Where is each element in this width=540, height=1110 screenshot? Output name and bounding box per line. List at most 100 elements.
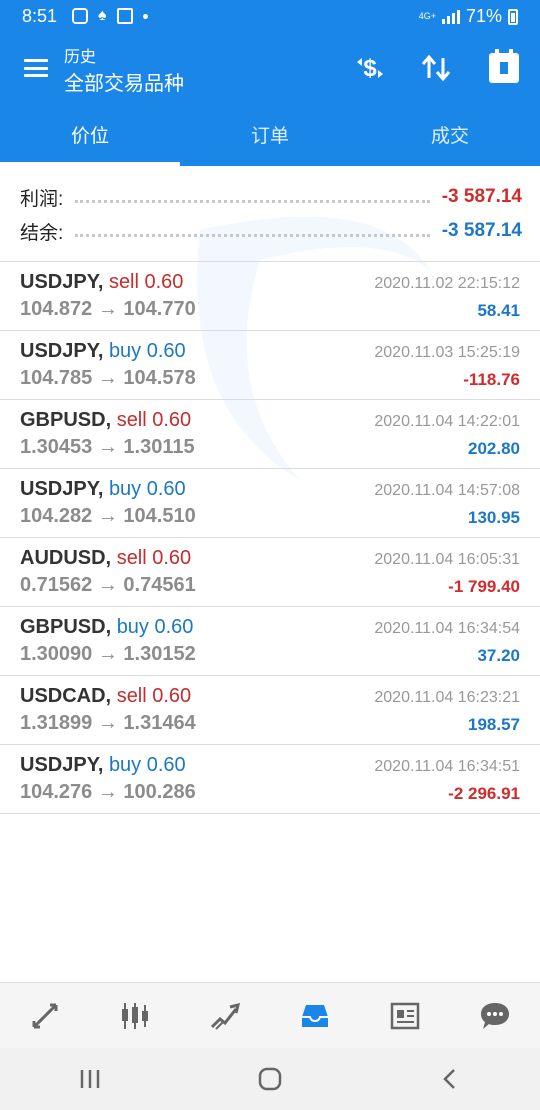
- trade-prices: 104.282 → 104.510: [20, 505, 196, 528]
- open-price: 104.785: [20, 367, 93, 389]
- trade-nav-icon[interactable]: [180, 983, 270, 1048]
- trade-row[interactable]: USDCAD, sell 0.60 1.31899 → 1.31464 2020.1…: [0, 676, 540, 745]
- arrow-right-icon: →: [97, 712, 118, 734]
- instagram-icon: [72, 8, 88, 24]
- calendar-icon[interactable]: [486, 49, 522, 86]
- trade-side-volume: buy 0.60: [108, 478, 186, 500]
- trade-row[interactable]: GBPUSD, buy 0.60 1.30090 → 1.30152 2020.11…: [0, 607, 540, 676]
- tab-orders[interactable]: 订单: [180, 102, 360, 166]
- currency-exchange-icon[interactable]: $: [352, 50, 388, 86]
- open-price: 104.282: [20, 505, 93, 527]
- sort-icon[interactable]: [418, 50, 454, 86]
- svg-text:$: $: [363, 55, 377, 82]
- chart-candles-nav-icon[interactable]: [90, 983, 180, 1048]
- trade-header: USDJPY, sell 0.60: [20, 271, 183, 294]
- menu-icon[interactable]: [24, 59, 48, 77]
- trade-row[interactable]: GBPUSD, sell 0.60 1.30453 → 1.30115 2020.1…: [0, 400, 540, 469]
- signal-icon: [441, 9, 460, 24]
- close-price: 1.30115: [123, 436, 195, 458]
- dot-icon: [142, 13, 148, 19]
- arrow-right-icon: →: [97, 367, 118, 389]
- trade-header: AUDUSD, sell 0.60: [20, 547, 191, 570]
- trade-header: USDJPY, buy 0.60: [20, 340, 186, 363]
- trade-profit: 202.80: [468, 439, 520, 458]
- trade-time: 2020.11.04 16:05:31: [374, 551, 520, 568]
- history-inbox-nav-icon[interactable]: [270, 983, 360, 1048]
- app-subtitle: 历史: [64, 49, 97, 66]
- trade-header: USDCAD, sell 0.60: [20, 685, 191, 708]
- arrow-right-icon: →: [97, 643, 118, 665]
- trade-prices: 1.30453 → 1.30115: [20, 436, 195, 459]
- trade-profit: -2 296.91: [448, 784, 520, 803]
- trade-prices: 1.30090 → 1.30152: [20, 643, 196, 666]
- trade-header: USDJPY, buy 0.60: [20, 478, 186, 501]
- status-notification-icons: ♠: [72, 7, 148, 25]
- arrow-right-icon: →: [97, 781, 118, 803]
- chat-nav-icon[interactable]: [450, 983, 540, 1048]
- battery-icon: [508, 8, 518, 25]
- trade-side-volume: buy 0.60: [116, 616, 194, 638]
- trade-prices: 1.31899 → 1.31464: [20, 712, 196, 735]
- dot-leader: [75, 199, 430, 203]
- app-bar: 历史 全部交易品种 $: [0, 34, 540, 102]
- trade-side-volume: buy 0.60: [108, 754, 186, 776]
- arrow-right-icon: →: [97, 436, 118, 458]
- trade-symbol: AUDUSD,: [20, 547, 112, 569]
- trade-side-volume: sell 0.60: [108, 271, 184, 293]
- trade-symbol: USDJPY,: [20, 340, 104, 362]
- open-price: 1.30090: [20, 643, 93, 665]
- home-icon: [258, 1067, 282, 1091]
- trade-row[interactable]: AUDUSD, sell 0.60 0.71562 → 0.74561 2020.1…: [0, 538, 540, 607]
- open-price: 0.71562: [20, 574, 93, 596]
- close-price: 104.770: [123, 298, 196, 320]
- news-nav-icon[interactable]: [360, 983, 450, 1048]
- back-button[interactable]: [420, 1059, 480, 1099]
- trade-row[interactable]: USDJPY, buy 0.60 104.785 → 104.578 2020.11…: [0, 331, 540, 400]
- trade-time: 2020.11.04 16:34:54: [374, 620, 520, 637]
- trade-prices: 104.276 → 100.286: [20, 781, 196, 804]
- trade-symbol: GBPUSD,: [20, 616, 112, 638]
- trade-header: USDJPY, buy 0.60: [20, 754, 186, 777]
- profit-value: -3 587.14: [441, 186, 522, 207]
- recent-apps-button[interactable]: [60, 1059, 120, 1099]
- tab-deals[interactable]: 成交: [360, 102, 540, 166]
- trade-profit: 58.41: [477, 301, 520, 320]
- balance-row: 结余: -3 587.14: [20, 214, 522, 248]
- trade-side-volume: sell 0.60: [116, 685, 192, 707]
- quotes-nav-icon[interactable]: [0, 983, 90, 1048]
- trade-row[interactable]: USDJPY, sell 0.60 104.872 → 104.770 2020.1…: [0, 262, 540, 331]
- trade-time: 2020.11.04 16:34:51: [374, 758, 520, 775]
- trade-row[interactable]: USDJPY, buy 0.60 104.282 → 104.510 2020.11…: [0, 469, 540, 538]
- trade-symbol: USDJPY,: [20, 271, 104, 293]
- tab-price[interactable]: 价位: [0, 102, 180, 166]
- open-price: 104.276: [20, 781, 93, 803]
- home-button[interactable]: [240, 1059, 300, 1099]
- trade-time: 2020.11.02 22:15:12: [374, 275, 520, 292]
- close-price: 104.510: [123, 505, 196, 527]
- trade-list: USDJPY, sell 0.60 104.872 → 104.770 2020.1…: [0, 262, 540, 814]
- close-price: 100.286: [123, 781, 196, 803]
- trade-header: GBPUSD, sell 0.60: [20, 409, 191, 432]
- tab-bar: 价位 订单 成交: [0, 102, 540, 166]
- trade-prices: 0.71562 → 0.74561: [20, 574, 196, 597]
- back-icon: [443, 1069, 455, 1089]
- trade-profit: -1 799.40: [448, 577, 520, 596]
- trade-time: 2020.11.03 15:25:19: [374, 344, 520, 361]
- battery-level: 71%: [465, 6, 502, 26]
- recent-apps-icon: [80, 1070, 100, 1088]
- trade-row[interactable]: USDJPY, buy 0.60 104.276 → 100.286 2020.11…: [0, 745, 540, 814]
- system-nav-bar: [0, 1048, 540, 1110]
- trade-symbol: USDCAD,: [20, 685, 112, 707]
- app-notification-icon: ♠: [98, 7, 107, 24]
- arrow-right-icon: →: [97, 505, 118, 527]
- trade-symbol: GBPUSD,: [20, 409, 112, 431]
- arrow-right-icon: →: [97, 298, 118, 320]
- status-right: 4G+ 71%: [419, 6, 518, 27]
- trade-symbol: USDJPY,: [20, 754, 104, 776]
- app-title[interactable]: 全部交易品种: [64, 67, 184, 96]
- close-price: 1.30152: [123, 643, 196, 665]
- open-price: 1.31899: [20, 712, 93, 734]
- dot-leader: [75, 233, 430, 237]
- balance-label: 结余:: [20, 222, 64, 244]
- bottom-nav: [0, 982, 540, 1048]
